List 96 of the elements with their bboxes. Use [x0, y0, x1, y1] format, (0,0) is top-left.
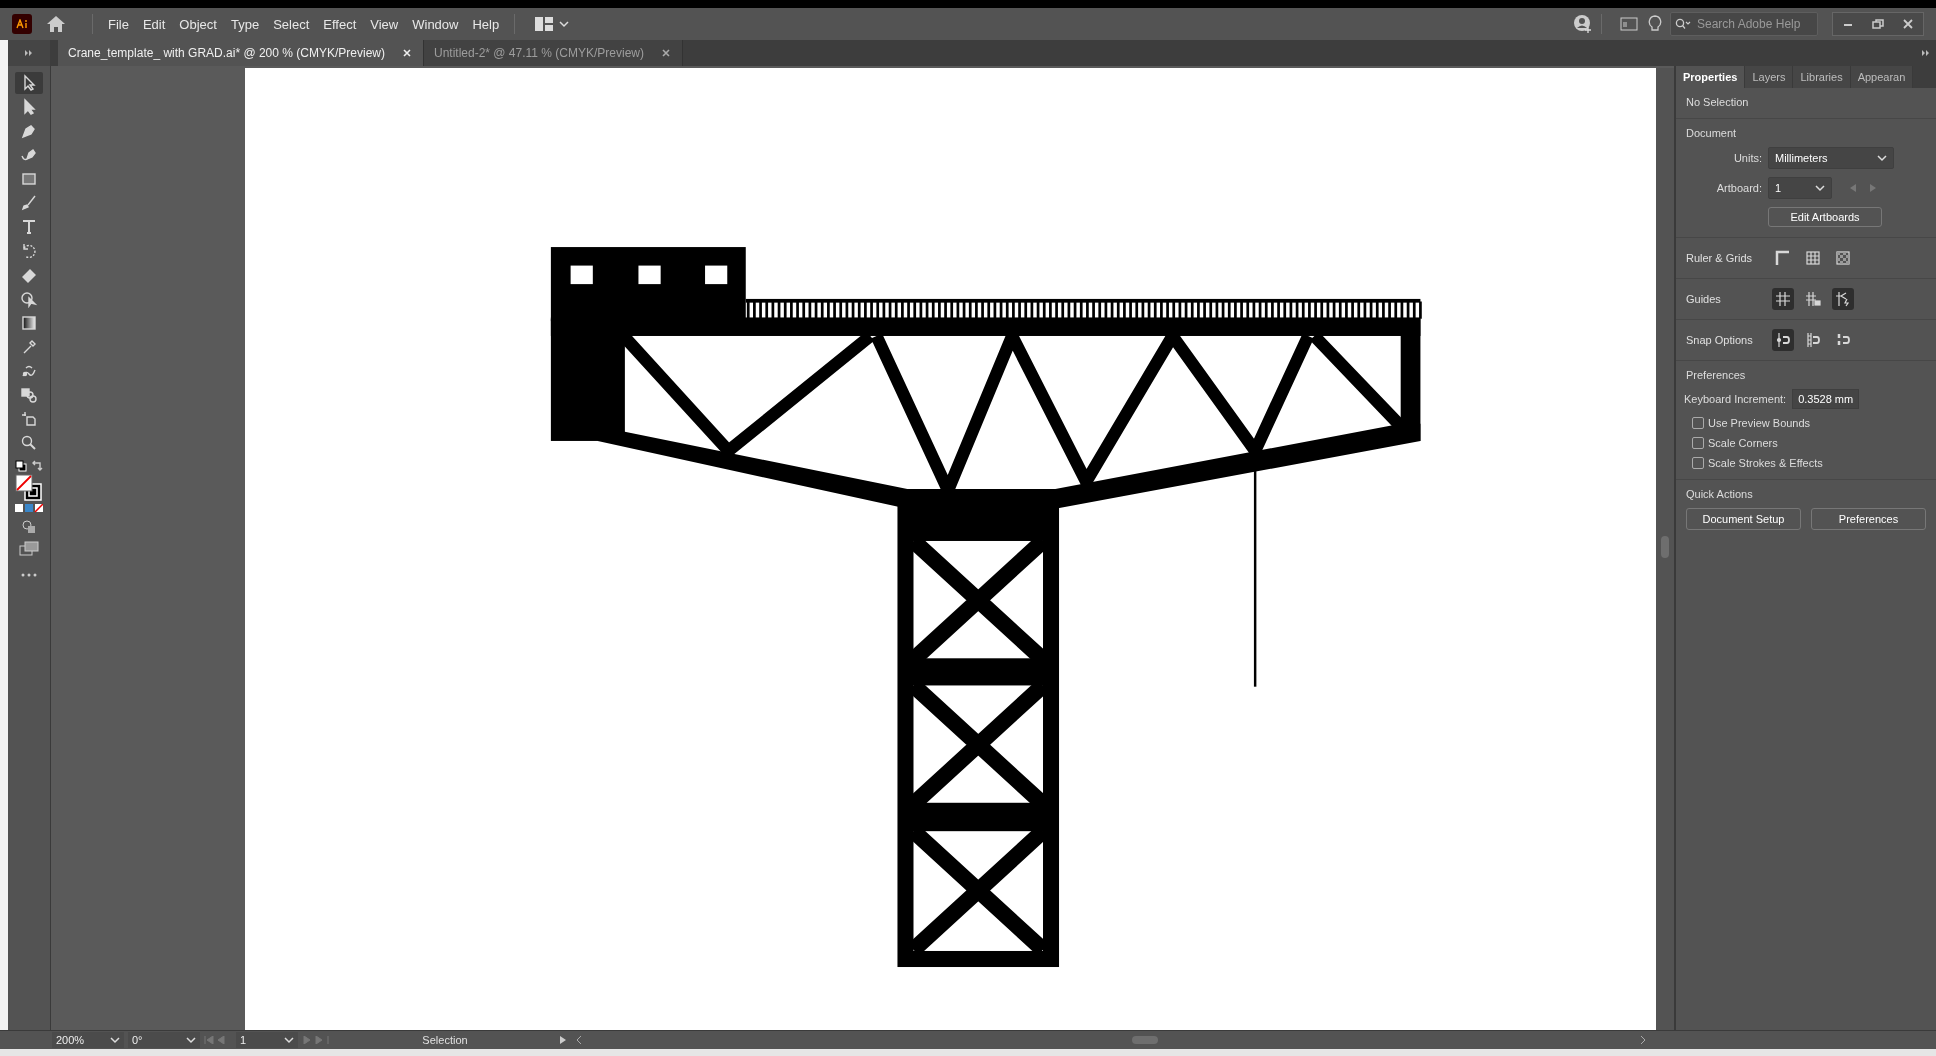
play-icon[interactable] [560, 1036, 566, 1044]
scroll-left-icon[interactable] [576, 1036, 582, 1044]
checkbox[interactable] [1692, 417, 1704, 429]
close-icon[interactable] [662, 49, 670, 57]
units-dropdown[interactable]: Millimeters [1768, 147, 1894, 169]
expand-icon[interactable] [25, 50, 33, 56]
panel-tab[interactable]: Libraries [1793, 66, 1851, 88]
section-heading: Ruler & Grids [1686, 252, 1754, 264]
current-tool: Selection [421, 1034, 469, 1046]
color-mode-icon[interactable] [15, 504, 43, 513]
rotation-field[interactable]: 0° [128, 1032, 200, 1048]
tool-button[interactable] [15, 72, 43, 94]
gradient-square-icon [20, 314, 38, 332]
shape-builder-icon [20, 290, 38, 308]
close-button[interactable] [1893, 13, 1923, 35]
more-icon[interactable] [21, 573, 37, 577]
draw-mode-icon[interactable] [21, 519, 37, 535]
field-label: Artboard: [1715, 182, 1762, 194]
snap-pixel-grid-icon [1804, 331, 1822, 349]
close-icon [1903, 19, 1913, 29]
toggle-button[interactable] [1832, 288, 1854, 310]
toggle-button[interactable] [1772, 288, 1794, 310]
selection-status: No Selection [1686, 96, 1750, 108]
smart-guides-icon [1834, 290, 1852, 308]
rectangle-icon [20, 170, 38, 188]
workspace-switcher[interactable] [535, 17, 570, 31]
menu-item[interactable]: Type [223, 13, 267, 35]
locked-guides-icon [1804, 290, 1822, 308]
caret-icon [559, 20, 570, 28]
lightbulb-icon[interactable] [1648, 15, 1662, 33]
document-tab[interactable]: Crane_template_ with GRAD.ai* @ 200 % (CMYK/Preview) [58, 40, 424, 66]
screen-mode-icon[interactable] [19, 541, 39, 557]
increment-field[interactable]: 0.3528 mm [1792, 389, 1860, 409]
field-label: Units: [1732, 152, 1762, 164]
search-icon [1675, 18, 1691, 30]
type-t-icon [20, 218, 38, 236]
menu-item[interactable]: Object [172, 13, 224, 35]
app-logo [12, 14, 32, 34]
caret-icon [186, 1036, 196, 1044]
menu-item[interactable]: Help [465, 13, 507, 35]
menu-item[interactable]: Window [405, 13, 466, 35]
magnifier-icon [20, 434, 38, 452]
quick-action-button[interactable]: Preferences [1811, 508, 1926, 530]
swap-arrow-icon[interactable] [31, 460, 43, 472]
snap-point-icon [1774, 331, 1792, 349]
section-heading: Quick Actions [1686, 488, 1754, 500]
menu-item[interactable]: Effect [316, 13, 364, 35]
checkbox[interactable] [1692, 437, 1704, 449]
menu-item[interactable]: Select [266, 13, 317, 35]
checkbox-label: Scale Strokes & Effects [1708, 457, 1823, 469]
pen-nib-icon [20, 122, 38, 140]
guides-icon [1774, 290, 1792, 308]
vertical-scrollbar[interactable] [1656, 68, 1674, 1030]
checkbox-label: Use Preview Bounds [1708, 417, 1811, 429]
home-icon[interactable] [46, 15, 66, 33]
menu-item[interactable]: Edit [135, 13, 173, 35]
caret-icon [1815, 184, 1825, 192]
section-heading: Preferences [1686, 369, 1747, 381]
expand-icon[interactable] [1922, 50, 1930, 56]
checkerboard-icon [1834, 249, 1852, 267]
menu-item[interactable]: View [363, 13, 406, 35]
zoom-field[interactable]: 200% [52, 1032, 124, 1048]
shapes-icon [20, 386, 38, 404]
panel-tab[interactable]: Appearan [1850, 66, 1914, 88]
quick-action-button[interactable]: Document Setup [1686, 508, 1801, 530]
user-add-icon[interactable] [1573, 14, 1593, 34]
caret-icon [110, 1036, 120, 1044]
panel-toggle-icon[interactable] [1620, 17, 1638, 31]
minimize-button[interactable] [1833, 13, 1863, 35]
paintbrush-icon [20, 194, 38, 212]
layout-icon [535, 17, 554, 31]
caret-icon [1877, 154, 1887, 162]
panel-tab[interactable]: Properties [1676, 66, 1746, 88]
scroll-right-icon[interactable] [1640, 1036, 1646, 1044]
document-tab[interactable]: Untitled-2* @ 47.11 % (CMYK/Preview) [423, 40, 683, 66]
ruler-icon [1774, 249, 1792, 267]
toggle-button[interactable] [1772, 329, 1794, 351]
checkbox[interactable] [1692, 457, 1704, 469]
fill-stroke-icon[interactable] [15, 474, 43, 502]
grid-icon [1804, 249, 1822, 267]
restore-icon [1872, 19, 1884, 29]
menu-item[interactable]: File [101, 13, 136, 35]
section-heading: Guides [1686, 293, 1722, 305]
caret-icon [284, 1036, 294, 1044]
artboard-dropdown[interactable]: 1 [1768, 177, 1832, 199]
rotate-icon [20, 242, 38, 260]
edit-artboards-button[interactable]: Edit Artboards [1768, 207, 1882, 227]
panel-tab[interactable]: Layers [1745, 66, 1794, 88]
search-field[interactable]: Search Adobe Help [1670, 12, 1818, 36]
field-label: Keyboard Increment: [1684, 393, 1787, 405]
section-heading: Snap Options [1686, 334, 1754, 346]
artboard-field[interactable]: 1 [236, 1032, 298, 1048]
checkbox-label: Scale Corners [1708, 437, 1778, 449]
default-colors-icon[interactable] [15, 460, 27, 472]
section-heading: Document [1686, 127, 1738, 139]
artboard-icon [20, 410, 38, 428]
